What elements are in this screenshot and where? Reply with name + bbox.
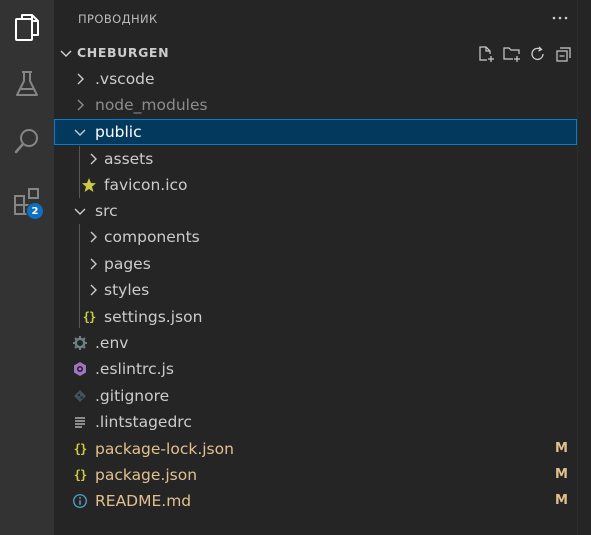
tree-item-label: .lintstagedrc bbox=[95, 413, 192, 431]
tree-item-eslintrc[interactable]: .eslintrc.js bbox=[54, 356, 577, 382]
tree-item-readme[interactable]: README.md M bbox=[54, 488, 577, 514]
tree-item-pages[interactable]: pages bbox=[54, 251, 577, 277]
json-icon: {} bbox=[73, 468, 87, 482]
collapse-all-icon[interactable] bbox=[554, 44, 574, 64]
tree-item-assets[interactable]: assets bbox=[54, 146, 577, 172]
testing-button[interactable] bbox=[0, 57, 54, 111]
tree-item-label: settings.json bbox=[104, 308, 203, 326]
search-button[interactable] bbox=[0, 114, 54, 168]
chevron-right-icon bbox=[85, 151, 101, 167]
tree-item-package-json[interactable]: {} package.json M bbox=[54, 462, 577, 488]
workspace-title: CHEBURGEN bbox=[77, 45, 170, 60]
chevron-right-icon bbox=[85, 229, 101, 245]
chevron-down-icon bbox=[72, 203, 88, 219]
modified-badge: M bbox=[555, 493, 568, 508]
explorer-title: ПРОВОДНИК bbox=[78, 12, 158, 26]
search-icon bbox=[13, 127, 41, 155]
star-icon bbox=[81, 177, 97, 193]
extensions-badge: 2 bbox=[26, 202, 44, 220]
eslint-icon bbox=[72, 361, 88, 377]
git-icon bbox=[72, 388, 88, 404]
info-icon bbox=[72, 493, 88, 509]
tree-item-settings-json[interactable]: {} settings.json bbox=[54, 304, 577, 330]
tree-item-env[interactable]: .env bbox=[54, 330, 577, 356]
tree-item-label: public bbox=[95, 123, 142, 141]
tree-item-label: .eslintrc.js bbox=[95, 360, 174, 378]
tree-item-label: src bbox=[95, 202, 118, 220]
tree-item-node-modules[interactable]: node_modules bbox=[54, 92, 577, 118]
modified-badge: M bbox=[555, 441, 568, 456]
chevron-right-icon bbox=[72, 71, 88, 87]
modified-badge: M bbox=[555, 467, 568, 482]
tree-item-lintstagedrc[interactable]: .lintstagedrc bbox=[54, 409, 577, 435]
tree-item-label: .vscode bbox=[95, 70, 155, 88]
tree-item-src[interactable]: src bbox=[54, 198, 577, 224]
tree-item-label: pages bbox=[104, 255, 151, 273]
tree-item-styles[interactable]: styles bbox=[54, 277, 577, 303]
new-folder-icon[interactable] bbox=[502, 44, 522, 64]
json-icon: {} bbox=[73, 442, 87, 456]
chevron-down-icon bbox=[58, 45, 74, 61]
gear-icon bbox=[72, 335, 88, 351]
files-icon bbox=[13, 12, 41, 42]
beaker-icon bbox=[14, 70, 40, 98]
refresh-icon[interactable] bbox=[528, 44, 548, 64]
tree-item-label: favicon.ico bbox=[104, 176, 188, 194]
tree-item-label: .gitignore bbox=[95, 387, 170, 405]
tree-item-public[interactable]: public bbox=[54, 119, 577, 145]
tree-item-label: node_modules bbox=[95, 96, 208, 114]
chevron-down-icon bbox=[72, 124, 88, 140]
tree-item-package-lock[interactable]: {} package-lock.json M bbox=[54, 436, 577, 462]
tree-item-vscode[interactable]: .vscode bbox=[54, 66, 577, 92]
explorer-sidebar: ПРОВОДНИК CHEBURGEN .vscode node_modules… bbox=[54, 0, 577, 535]
explorer-button[interactable] bbox=[0, 0, 54, 54]
workspace-section-header[interactable]: CHEBURGEN bbox=[54, 40, 577, 66]
tree-item-label: package.json bbox=[95, 466, 198, 484]
tree-item-label: components bbox=[104, 228, 200, 246]
tree-item-label: styles bbox=[104, 281, 150, 299]
extensions-button[interactable]: 2 bbox=[0, 174, 54, 228]
activity-bar: 2 bbox=[0, 0, 54, 535]
tree-item-components[interactable]: components bbox=[54, 224, 577, 250]
lines-icon bbox=[72, 414, 88, 430]
tree-item-label: package-lock.json bbox=[95, 440, 234, 458]
ellipsis-icon[interactable] bbox=[550, 8, 570, 28]
tree-item-favicon[interactable]: favicon.ico bbox=[54, 172, 577, 198]
chevron-right-icon bbox=[85, 282, 101, 298]
tree-item-gitignore[interactable]: .gitignore bbox=[54, 383, 577, 409]
new-file-icon[interactable] bbox=[476, 44, 496, 64]
json-icon: {} bbox=[82, 310, 96, 324]
tree-item-label: assets bbox=[104, 150, 154, 168]
explorer-header: ПРОВОДНИК bbox=[54, 0, 577, 38]
sidebar-scrollbar[interactable] bbox=[577, 0, 591, 535]
chevron-right-icon bbox=[72, 97, 88, 113]
chevron-right-icon bbox=[85, 256, 101, 272]
tree-item-label: .env bbox=[95, 334, 129, 352]
section-actions bbox=[476, 44, 574, 64]
tree-item-label: README.md bbox=[95, 492, 192, 510]
